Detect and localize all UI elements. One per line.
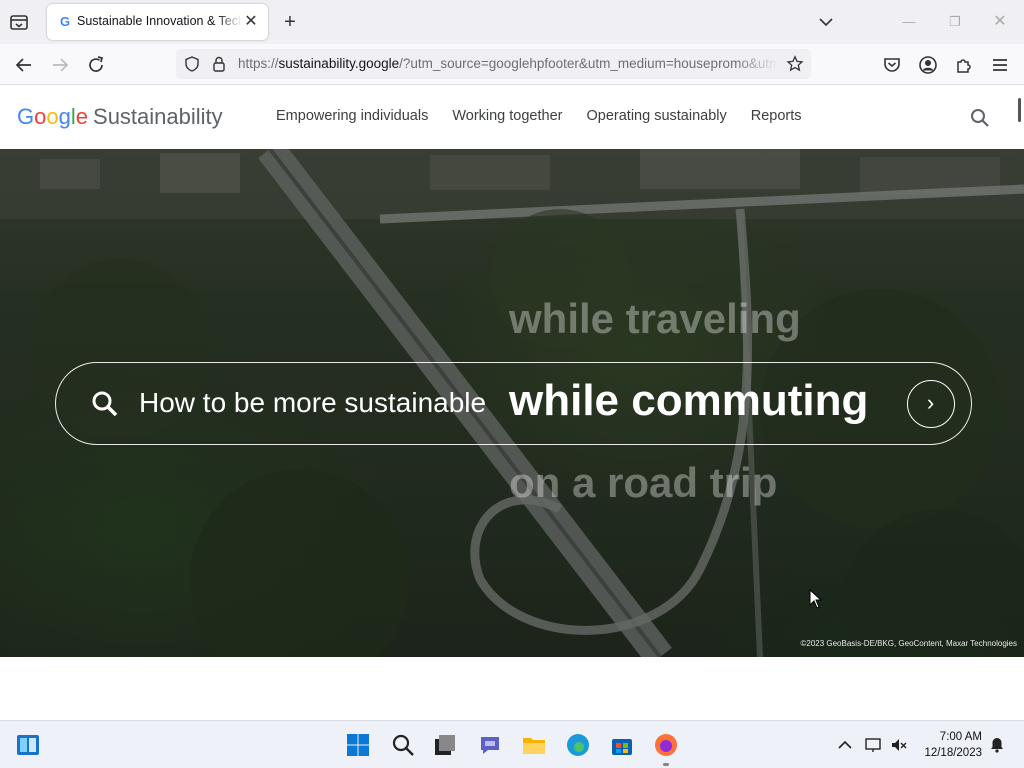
task-view-icon[interactable] bbox=[433, 733, 457, 757]
nav-operating-sustainably[interactable]: Operating sustainably bbox=[586, 108, 726, 128]
active-tab[interactable]: G Sustainable Innovation & Technology ✕ bbox=[47, 4, 268, 40]
search-icon[interactable] bbox=[969, 107, 991, 129]
forward-icon[interactable] bbox=[48, 53, 72, 77]
back-icon[interactable] bbox=[12, 53, 36, 77]
minimize-icon[interactable]: — bbox=[897, 10, 921, 34]
navigation-toolbar: https://sustainability.google/?utm_sourc… bbox=[0, 44, 1024, 85]
volume-muted-icon[interactable] bbox=[890, 736, 908, 754]
address-bar[interactable]: https://sustainability.google/?utm_sourc… bbox=[176, 49, 811, 79]
search-icon[interactable] bbox=[391, 733, 415, 757]
widgets-icon[interactable] bbox=[16, 733, 40, 757]
active-app-indicator bbox=[663, 763, 669, 766]
google-favicon: G bbox=[59, 14, 71, 29]
hero-banner: while traveling on a road trip How to be… bbox=[0, 149, 1024, 657]
file-explorer-icon[interactable] bbox=[522, 733, 546, 757]
nav-empowering-individuals[interactable]: Empowering individuals bbox=[276, 108, 428, 128]
star-icon[interactable] bbox=[786, 55, 804, 73]
notification-icon[interactable] bbox=[988, 736, 1006, 754]
chevron-up-icon[interactable] bbox=[836, 736, 854, 754]
search-prefix: How to be more sustainable bbox=[139, 387, 487, 418]
rotating-phrase-next: on a road trip bbox=[509, 459, 778, 506]
mouse-cursor-icon bbox=[809, 589, 823, 609]
firefox-icon[interactable] bbox=[654, 733, 678, 757]
hero-search-bar[interactable]: How to be more sustainable while commuti… bbox=[55, 362, 972, 445]
windows-taskbar: 7:00 AM 12/18/2023 bbox=[0, 720, 1024, 768]
system-clock[interactable]: 7:00 AM 12/18/2023 bbox=[918, 729, 982, 761]
pocket-icon[interactable] bbox=[880, 53, 904, 77]
shield-icon[interactable] bbox=[183, 55, 201, 73]
maximize-icon[interactable]: ❐ bbox=[943, 10, 967, 34]
new-tab-button[interactable]: + bbox=[279, 11, 301, 33]
page-scrollbar[interactable] bbox=[1018, 98, 1021, 122]
google-sustainability-logo[interactable]: Google Sustainability bbox=[17, 104, 223, 132]
search-icon bbox=[92, 391, 118, 417]
go-button[interactable]: › bbox=[907, 380, 955, 428]
lock-icon[interactable] bbox=[210, 55, 228, 73]
browser-tab-bar: G Sustainable Innovation & Technology ✕ … bbox=[0, 0, 1024, 44]
nav-working-together[interactable]: Working together bbox=[452, 108, 562, 128]
network-icon[interactable] bbox=[864, 736, 882, 754]
main-nav: Empowering individuals Working together … bbox=[276, 108, 802, 128]
tab-title: Sustainable Innovation & Technology bbox=[77, 14, 242, 28]
rotating-phrase-current: while commuting bbox=[509, 376, 869, 425]
store-icon[interactable] bbox=[610, 733, 634, 757]
url-text[interactable]: https://sustainability.google/?utm_sourc… bbox=[238, 56, 778, 74]
nav-reports[interactable]: Reports bbox=[751, 108, 802, 128]
site-header: Google Sustainability Empowering individu… bbox=[0, 86, 1024, 149]
edge-icon[interactable] bbox=[566, 733, 590, 757]
rotating-phrase-previous: while traveling bbox=[509, 295, 801, 342]
chat-icon[interactable] bbox=[478, 733, 502, 757]
chevron-down-icon[interactable] bbox=[815, 12, 837, 32]
clock-date: 12/18/2023 bbox=[924, 747, 982, 759]
account-icon[interactable] bbox=[916, 53, 940, 77]
reload-icon[interactable] bbox=[84, 53, 108, 77]
window-close-icon[interactable]: ✕ bbox=[988, 10, 1012, 34]
start-icon[interactable] bbox=[346, 733, 370, 757]
tab-list-icon[interactable] bbox=[8, 12, 30, 32]
image-credit: ©2023 GeoBasis-DE/BKG, GeoContent, Maxar… bbox=[800, 639, 1017, 648]
clock-time: 7:00 AM bbox=[939, 731, 982, 743]
menu-icon[interactable] bbox=[988, 53, 1012, 77]
close-tab-icon[interactable]: ✕ bbox=[242, 13, 260, 31]
extensions-icon[interactable] bbox=[952, 53, 976, 77]
chevron-right-icon: › bbox=[926, 390, 935, 415]
